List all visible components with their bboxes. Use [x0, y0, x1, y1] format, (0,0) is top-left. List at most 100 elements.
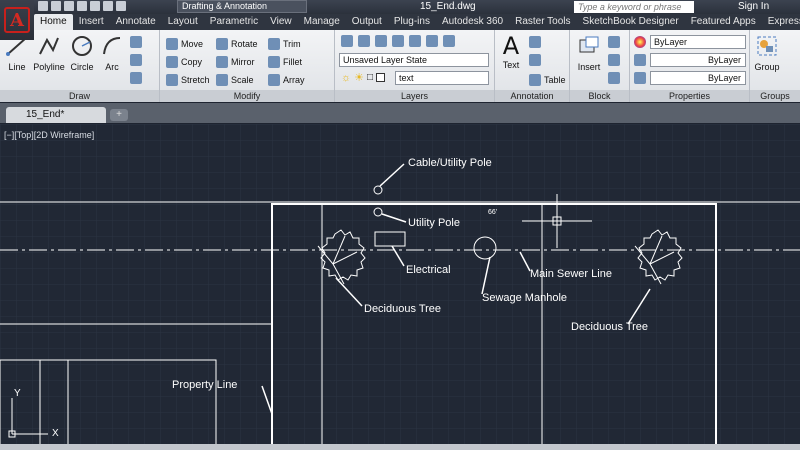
new-tab-button[interactable]: +	[110, 109, 128, 121]
polyline-button[interactable]: Polyline	[32, 34, 66, 72]
arc-button[interactable]: Arc	[100, 34, 124, 72]
color-dropdown[interactable]: ByLayer	[650, 35, 746, 49]
move-button[interactable]: Move	[166, 38, 203, 50]
drawing-svg[interactable]: Cable/Utility Pole Utility Pole Electric…	[0, 124, 800, 450]
tab-layout[interactable]: Layout	[162, 14, 204, 30]
edit-block-tool[interactable]	[608, 54, 620, 66]
layer-lock-icon[interactable]	[409, 35, 421, 47]
ellipse-tool[interactable]	[130, 72, 142, 84]
tab-view[interactable]: View	[264, 14, 298, 30]
circle-button[interactable]: Circle	[68, 34, 96, 72]
create-block-tool[interactable]	[608, 36, 620, 48]
block-attribute-tool[interactable]	[608, 72, 620, 84]
drawing-canvas[interactable]: Cable/Utility Pole Utility Pole Electric…	[0, 124, 800, 450]
fillet-button[interactable]: Fillet	[268, 56, 302, 68]
table-button[interactable]: Table	[529, 74, 566, 86]
properties-panel-label[interactable]: Properties	[630, 90, 749, 102]
new-file-icon[interactable]	[38, 1, 48, 11]
layer-walk-icon[interactable]	[443, 35, 455, 47]
title-bar: Drafting & Annotation 15_End.dwg Type a …	[0, 0, 800, 14]
ucs-x-label: X	[52, 428, 59, 439]
linetype-icon[interactable]	[634, 72, 646, 84]
lineweight-icon[interactable]	[634, 54, 646, 66]
layer-tool-row	[341, 35, 455, 47]
tab-manage[interactable]: Manage	[298, 14, 346, 30]
groups-panel-label[interactable]: Groups	[750, 90, 800, 102]
mirror-button[interactable]: Mirror	[216, 56, 255, 68]
scale-button[interactable]: Scale	[216, 74, 254, 86]
tab-parametric[interactable]: Parametric	[204, 14, 264, 30]
rotate-button[interactable]: Rotate	[216, 38, 258, 50]
unlock-icon[interactable]: □	[367, 72, 373, 83]
color-wheel-icon[interactable]	[634, 36, 646, 48]
save-as-icon[interactable]	[77, 1, 87, 11]
layer-state-dropdown[interactable]: Unsaved Layer State	[339, 53, 489, 67]
draw-panel: Line Polyline Circle Arc Draw	[0, 30, 160, 102]
application-menu-button[interactable]: A	[0, 0, 34, 40]
annotation-panel-label[interactable]: Annotation	[495, 90, 569, 102]
text-button[interactable]: A Text	[499, 34, 523, 70]
block-panel-label[interactable]: Block	[570, 90, 629, 102]
lineweight-row	[634, 54, 646, 66]
modify-panel: Move Rotate Trim Copy Mirror Fillet Stre…	[160, 30, 335, 102]
linetype-dropdown[interactable]: ByLayer	[650, 71, 746, 85]
viewport-controls[interactable]: [−][Top][2D Wireframe]	[4, 130, 94, 140]
fillet-icon	[268, 56, 280, 68]
dimension-icon	[529, 36, 541, 48]
file-tab-15-end[interactable]: 15_End*	[6, 107, 106, 123]
tab-home[interactable]: Home	[34, 14, 73, 30]
leader-tool[interactable]	[529, 54, 541, 66]
label-main-sewer-line: Main Sewer Line	[530, 268, 612, 280]
file-tab-bar: 15_End* +	[0, 103, 800, 123]
draw-panel-label[interactable]: Draw	[0, 90, 159, 102]
current-layer-row: ☼ ☀ □	[341, 71, 386, 84]
copy-icon	[166, 56, 178, 68]
block-panel: Insert Block	[570, 30, 630, 102]
layer-off-icon[interactable]	[358, 35, 370, 47]
tab-annotate[interactable]: Annotate	[110, 14, 162, 30]
tab-sketchbook-designer[interactable]: SketchBook Designer	[577, 14, 685, 30]
ribbon-tab-bar: Home Insert Annotate Layout Parametric V…	[34, 14, 800, 30]
sun-icon[interactable]: ☀	[354, 71, 364, 84]
copy-button[interactable]: Copy	[166, 56, 202, 68]
lineweight-dropdown[interactable]: ByLayer	[650, 53, 746, 67]
layer-properties-icon[interactable]	[341, 35, 353, 47]
tab-insert[interactable]: Insert	[73, 14, 110, 30]
label-property-line: Property Line	[172, 379, 237, 391]
ribbon: Line Polyline Circle Arc Draw Move Rotat…	[0, 30, 800, 102]
sign-in-link[interactable]: Sign In	[738, 0, 769, 13]
tab-raster-tools[interactable]: Raster Tools	[509, 14, 576, 30]
insert-button[interactable]: Insert	[574, 34, 604, 72]
redo-icon[interactable]	[116, 1, 126, 11]
bulb-icon[interactable]: ☼	[341, 72, 351, 84]
layer-freeze-icon[interactable]	[392, 35, 404, 47]
stretch-button[interactable]: Stretch	[166, 74, 210, 86]
tab-express-tools[interactable]: Express Tools	[762, 14, 800, 30]
dimension-tool[interactable]	[529, 36, 541, 48]
leader-icon	[529, 54, 541, 66]
print-icon[interactable]	[90, 1, 100, 11]
layer-isolate-icon[interactable]	[375, 35, 387, 47]
save-icon[interactable]	[64, 1, 74, 11]
hatch-tool[interactable]	[130, 54, 142, 66]
open-file-icon[interactable]	[51, 1, 61, 11]
current-layer-dropdown[interactable]: text	[395, 71, 489, 85]
tab-featured-apps[interactable]: Featured Apps	[685, 14, 762, 30]
undo-icon[interactable]	[103, 1, 113, 11]
layers-panel-label[interactable]: Layers	[335, 90, 494, 102]
workspace-dropdown[interactable]: Drafting & Annotation	[177, 0, 307, 13]
search-input[interactable]: Type a keyword or phrase	[574, 1, 694, 13]
rectangle-tool[interactable]	[130, 36, 142, 48]
tab-autodesk-360[interactable]: Autodesk 360	[436, 14, 509, 30]
group-button[interactable]: Group	[752, 34, 782, 72]
rotate-icon	[216, 38, 228, 50]
polyline-icon	[39, 37, 59, 55]
modify-panel-label[interactable]: Modify	[160, 90, 334, 102]
tab-plug-ins[interactable]: Plug-ins	[388, 14, 436, 30]
tab-output[interactable]: Output	[346, 14, 388, 30]
array-button[interactable]: Array	[268, 74, 305, 86]
trim-button[interactable]: Trim	[268, 38, 301, 50]
layer-match-icon[interactable]	[426, 35, 438, 47]
layers-panel: Unsaved Layer State ☼ ☀ □ text Layers	[335, 30, 495, 102]
label-deciduous-tree-left: Deciduous Tree	[364, 303, 441, 315]
